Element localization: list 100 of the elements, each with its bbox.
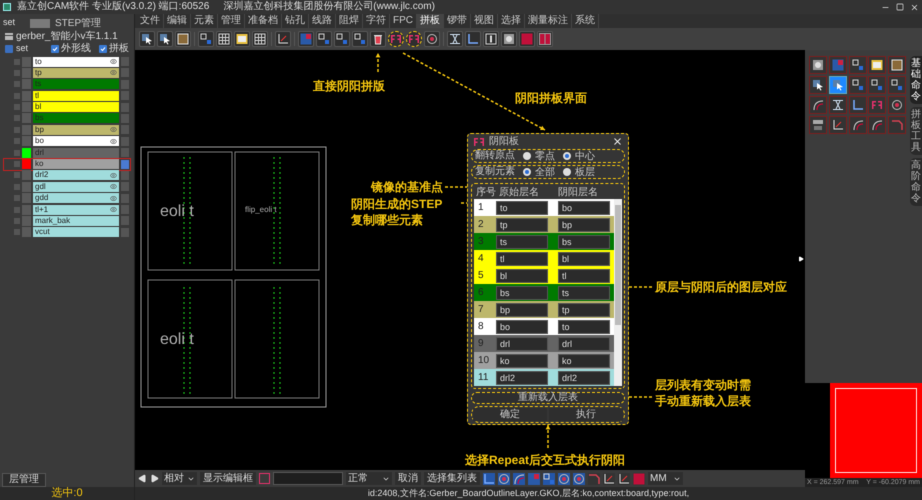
reload-layers-button[interactable]: 重新载入层表 bbox=[471, 392, 625, 404]
tool-button[interactable] bbox=[216, 31, 232, 47]
checkbox[interactable] bbox=[14, 126, 20, 133]
layer-name[interactable]: to bbox=[33, 56, 119, 66]
tool-button[interactable] bbox=[424, 31, 440, 47]
tool-button[interactable] bbox=[543, 472, 555, 484]
tool-button[interactable] bbox=[828, 96, 847, 114]
layer-name[interactable]: ko bbox=[33, 159, 119, 170]
radio-button[interactable] bbox=[523, 152, 531, 160]
tool-button[interactable] bbox=[558, 472, 570, 484]
eye-icon[interactable] bbox=[110, 206, 117, 214]
layer-swatch[interactable] bbox=[22, 113, 31, 124]
layer-name[interactable]: tp bbox=[33, 68, 119, 78]
tool-button[interactable] bbox=[198, 31, 214, 47]
step-dropdown[interactable] bbox=[30, 18, 50, 28]
layer-name[interactable]: tl bbox=[33, 90, 119, 101]
tool-button[interactable] bbox=[888, 96, 906, 114]
radio-button[interactable] bbox=[523, 168, 531, 176]
tool-button[interactable] bbox=[868, 56, 886, 74]
checkbox[interactable] bbox=[14, 172, 20, 178]
eye-icon[interactable] bbox=[110, 183, 117, 190]
layer-row[interactable]: mark_bak bbox=[4, 215, 130, 226]
layer-name[interactable]: gdd bbox=[33, 193, 119, 204]
eye-icon[interactable] bbox=[110, 172, 117, 179]
layer-swatch[interactable] bbox=[22, 148, 31, 158]
layer-name-field[interactable]: bl bbox=[496, 268, 548, 282]
layer-row[interactable]: bp bbox=[4, 124, 130, 136]
radio-button[interactable] bbox=[563, 152, 571, 160]
layer-name[interactable]: vcut bbox=[33, 227, 119, 238]
layer-name-field[interactable]: to bbox=[558, 320, 610, 334]
close-icon[interactable] bbox=[910, 2, 919, 12]
eye-icon[interactable] bbox=[110, 69, 117, 76]
tool-button[interactable] bbox=[848, 76, 867, 94]
checkbox[interactable] bbox=[99, 44, 107, 52]
tool-button[interactable] bbox=[501, 31, 517, 47]
frame-icon[interactable] bbox=[259, 473, 270, 484]
tool-button[interactable] bbox=[175, 31, 191, 47]
tool-button[interactable] bbox=[848, 56, 867, 74]
tool-button[interactable] bbox=[888, 76, 906, 94]
layer-swatch[interactable] bbox=[22, 56, 31, 66]
layer-row[interactable]: tl bbox=[4, 90, 130, 102]
layer-name-field[interactable]: to bbox=[496, 200, 548, 214]
layer-name[interactable]: bp bbox=[33, 124, 119, 135]
layer-swatch[interactable] bbox=[22, 102, 31, 112]
layer-manager-tab[interactable]: 层管理 bbox=[2, 473, 46, 487]
layer-name[interactable]: bo bbox=[33, 136, 119, 146]
tool-button[interactable] bbox=[848, 96, 867, 114]
tool-button[interactable] bbox=[447, 31, 463, 47]
next-icon[interactable] bbox=[150, 474, 159, 483]
layer-swatch[interactable] bbox=[22, 68, 31, 78]
tool-button[interactable] bbox=[316, 31, 332, 47]
checkbox[interactable] bbox=[14, 104, 20, 110]
layer-name[interactable]: bl bbox=[33, 102, 119, 112]
checkbox[interactable] bbox=[14, 58, 20, 64]
layer-swatch[interactable] bbox=[22, 227, 31, 238]
layer-row[interactable]: vcut bbox=[4, 226, 130, 238]
tool-button[interactable] bbox=[234, 31, 250, 47]
layer-name-field[interactable]: ts bbox=[496, 234, 548, 248]
layer-swatch[interactable] bbox=[22, 170, 31, 180]
layer-swatch[interactable] bbox=[22, 159, 31, 170]
layer-row[interactable]: tp bbox=[4, 67, 130, 78]
ok-button[interactable]: 确定 bbox=[473, 408, 547, 421]
tool-button[interactable] bbox=[848, 116, 867, 134]
scrollbar[interactable] bbox=[614, 199, 622, 386]
layer-name-field[interactable]: bo bbox=[496, 320, 548, 334]
layer-name[interactable]: gdl bbox=[33, 182, 119, 192]
tool-button[interactable] bbox=[868, 76, 886, 94]
layer-row[interactable]: to bbox=[4, 56, 130, 67]
checkbox[interactable] bbox=[14, 206, 20, 213]
previous-icon[interactable] bbox=[138, 474, 147, 483]
tool-button[interactable] bbox=[498, 472, 510, 484]
layer-row[interactable]: gdl bbox=[4, 181, 130, 192]
tool-button[interactable] bbox=[809, 116, 827, 134]
layer-row[interactable]: ko bbox=[4, 158, 130, 170]
layer-row[interactable]: gdd bbox=[4, 192, 130, 204]
checkbox[interactable] bbox=[14, 195, 20, 202]
tool-button[interactable] bbox=[828, 76, 847, 94]
maximize-icon[interactable] bbox=[896, 3, 904, 11]
layer-swatch[interactable] bbox=[22, 79, 31, 90]
layer-swatch[interactable] bbox=[22, 193, 31, 204]
tool-button[interactable] bbox=[139, 31, 155, 47]
checkbox[interactable] bbox=[14, 92, 20, 99]
tool-button[interactable] bbox=[157, 31, 173, 47]
layer-name-field[interactable]: bo bbox=[558, 200, 610, 214]
close-icon[interactable] bbox=[612, 136, 623, 147]
tool-button[interactable] bbox=[370, 31, 386, 47]
layer-name-field[interactable]: tp bbox=[558, 302, 610, 316]
layer-name-field[interactable]: tp bbox=[496, 218, 548, 232]
checkbox[interactable] bbox=[14, 229, 20, 236]
layer-row[interactable]: drl2 bbox=[4, 170, 130, 181]
tool-button[interactable] bbox=[868, 116, 886, 134]
layer-name[interactable]: drl2 bbox=[33, 170, 119, 180]
layer-swatch[interactable] bbox=[22, 124, 31, 135]
mode-dropdown[interactable]: 相对 bbox=[162, 472, 197, 485]
cancel-button[interactable]: 取消 bbox=[395, 472, 421, 485]
run-button[interactable]: 执行 bbox=[549, 408, 623, 421]
checkbox[interactable] bbox=[14, 70, 20, 76]
tool-button[interactable] bbox=[888, 56, 906, 74]
layer-name[interactable]: tl+1 bbox=[33, 204, 119, 215]
tool-button[interactable] bbox=[809, 76, 827, 94]
